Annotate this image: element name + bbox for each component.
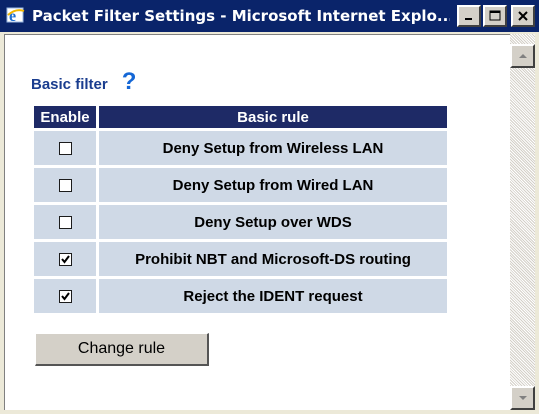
rule-label: Deny Setup over WDS [99,205,447,239]
enable-checkbox-ident[interactable] [58,290,72,304]
rule-label: Deny Setup from Wireless LAN [99,131,447,165]
title-bar[interactable]: e Packet Filter Settings - Microsoft Int… [0,0,539,32]
checkmark-icon [60,255,70,264]
minimize-button[interactable] [457,5,481,27]
table-row: Deny Setup from Wired LAN [34,168,447,202]
minimize-icon [465,18,472,20]
enable-checkbox-wired[interactable] [58,179,72,193]
window-title: Packet Filter Settings - Microsoft Inter… [32,7,450,25]
section-heading-row: Basic filter ? [31,70,137,94]
arrow-down-icon [518,396,527,400]
enable-checkbox-wds[interactable] [58,216,72,230]
enable-checkbox-wireless[interactable] [58,142,72,156]
help-icon[interactable]: ? [122,70,137,94]
internet-explorer-icon: e [6,6,26,26]
close-button[interactable] [511,5,535,27]
vertical-scrollbar[interactable] [510,34,535,410]
table-row: Deny Setup over WDS [34,205,447,239]
change-rule-button[interactable]: Change rule [35,333,209,366]
rule-label: Reject the IDENT request [99,279,447,313]
rule-label: Prohibit NBT and Microsoft-DS routing [99,242,447,276]
table-row: Reject the IDENT request [34,279,447,313]
scroll-down-button[interactable] [510,386,535,410]
maximize-button[interactable] [483,5,507,27]
close-icon [518,11,528,21]
section-heading: Basic filter [31,76,108,93]
rules-table: Enable Basic rule Deny Setup from Wirele… [31,103,450,316]
rule-label: Deny Setup from Wired LAN [99,168,447,202]
enable-column-header: Enable [34,106,96,128]
table-row: Deny Setup from Wireless LAN [34,131,447,165]
arrow-up-icon [518,54,527,58]
page-content: Basic filter ? Enable Basic rule Deny Se… [4,34,510,410]
enable-checkbox-nbt[interactable] [58,253,72,267]
rule-column-header: Basic rule [99,106,447,128]
scroll-up-button[interactable] [510,44,535,68]
checkmark-icon [60,292,70,301]
browser-window: e Packet Filter Settings - Microsoft Int… [0,0,539,414]
maximize-icon [489,10,501,21]
table-row: Prohibit NBT and Microsoft-DS routing [34,242,447,276]
